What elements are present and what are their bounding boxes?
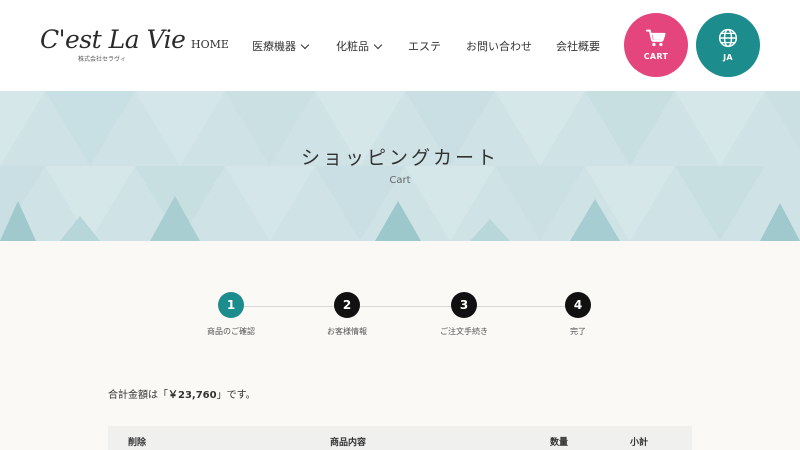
step-number-badge: 3 bbox=[451, 292, 477, 318]
total-prefix: 合計金額は「 bbox=[108, 390, 168, 401]
column-header-subtotal: 小計 bbox=[630, 438, 649, 448]
checkout-steps: 1 商品のご確認 2 お客様情報 3 ご注文手続き 4 完了 bbox=[0, 292, 800, 342]
nav-item-medical-devices[interactable]: 医療機器 bbox=[252, 38, 310, 54]
step-label: お客様情報 bbox=[327, 327, 367, 336]
step-label: 完了 bbox=[570, 327, 586, 336]
logo[interactable]: C'est La Vie 株式会社セラヴィ bbox=[40, 25, 186, 64]
column-header-delete: 削除 bbox=[128, 438, 147, 448]
step-number-badge: 1 bbox=[218, 292, 244, 318]
nav-item-label: HOME bbox=[191, 38, 229, 51]
total-suffix: 」です。 bbox=[216, 390, 256, 401]
nav-item-label: エステ bbox=[408, 40, 441, 53]
chevron-down-icon bbox=[373, 40, 383, 49]
step-customer-info: 2 お客様情報 bbox=[297, 292, 397, 337]
site-header: C'est La Vie 株式会社セラヴィ HOME 医療機器 化粧品 エステ … bbox=[0, 0, 800, 91]
step-complete: 4 完了 bbox=[528, 292, 628, 337]
cart-table-header: 削除 商品内容 数量 小計 bbox=[108, 426, 692, 450]
page-title: ショッピングカート bbox=[300, 147, 499, 169]
nav-item-label: お問い合わせ bbox=[466, 40, 532, 53]
nav-item-company[interactable]: 会社概要 bbox=[556, 38, 600, 54]
cart-button[interactable]: CART bbox=[624, 13, 688, 77]
page-subtitle: Cart bbox=[389, 175, 411, 186]
nav-item-label: 会社概要 bbox=[556, 40, 600, 53]
nav-item-cosmetics[interactable]: 化粧品 bbox=[336, 38, 383, 54]
nav-item-esthetic[interactable]: エステ bbox=[408, 38, 441, 54]
page-hero: ショッピングカート Cart bbox=[0, 91, 800, 241]
nav-item-home[interactable]: HOME bbox=[191, 38, 229, 51]
cart-label: CART bbox=[643, 52, 669, 61]
cart-total-text: 合計金額は「￥23,760」です。 bbox=[108, 386, 256, 401]
step-label: ご注文手続き bbox=[440, 327, 488, 336]
language-label: JA bbox=[723, 53, 733, 62]
column-header-product: 商品内容 bbox=[330, 438, 367, 448]
step-number-badge: 4 bbox=[565, 292, 591, 318]
step-order-procedure: 3 ご注文手続き bbox=[414, 292, 514, 337]
globe-icon bbox=[718, 28, 738, 48]
step-confirm-items: 1 商品のご確認 bbox=[181, 292, 281, 337]
logo-wordmark: C'est La Vie bbox=[40, 25, 186, 54]
total-amount: ￥23,760 bbox=[168, 390, 217, 401]
language-button[interactable]: JA bbox=[696, 13, 760, 77]
steps-connector-line bbox=[232, 306, 578, 307]
column-header-quantity: 数量 bbox=[550, 438, 569, 448]
step-number-badge: 2 bbox=[334, 292, 360, 318]
nav-item-contact[interactable]: お問い合わせ bbox=[466, 38, 532, 54]
nav-item-label: 化粧品 bbox=[336, 40, 369, 53]
logo-company-name: 株式会社セラヴィ bbox=[78, 56, 127, 63]
nav-item-label: 医療機器 bbox=[252, 40, 296, 53]
cart-icon bbox=[646, 29, 666, 47]
chevron-down-icon bbox=[300, 40, 310, 49]
step-label: 商品のご確認 bbox=[207, 327, 255, 336]
